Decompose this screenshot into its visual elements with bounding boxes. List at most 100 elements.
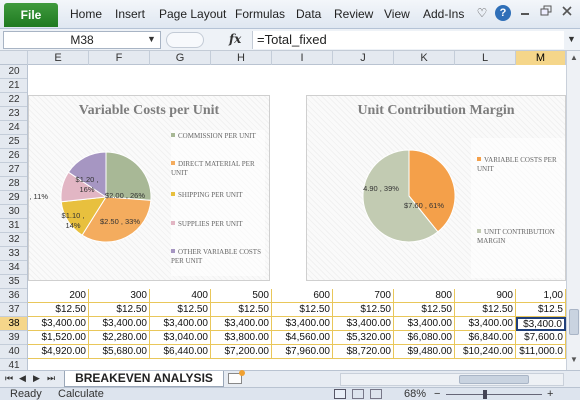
table-cell[interactable]: 1,00 [516, 289, 566, 303]
row-header[interactable]: 33 [0, 247, 27, 261]
table-cell[interactable]: 300 [89, 289, 150, 303]
horizontal-scrollbar[interactable] [340, 373, 564, 386]
prev-sheet-icon[interactable]: ◀ [19, 373, 26, 384]
name-box[interactable]: M38 [3, 31, 161, 49]
zoom-out-button[interactable]: − [434, 388, 440, 400]
row-header[interactable]: 36 [0, 289, 27, 303]
row-header[interactable]: 40 [0, 345, 27, 359]
table-cell[interactable]: $12.5 [516, 303, 566, 317]
horizontal-scroll-thumb[interactable] [459, 375, 529, 384]
row-header[interactable]: 24 [0, 121, 27, 135]
table-cell[interactable]: $1,520.00 [28, 331, 89, 345]
row-header[interactable]: 20 [0, 65, 27, 79]
table-cell[interactable]: $7,960.00 [272, 345, 333, 359]
tab-data[interactable]: Data [296, 7, 321, 21]
help-icon[interactable]: ? [495, 5, 511, 21]
status-calculate[interactable]: Calculate [58, 388, 104, 400]
page-break-view-icon[interactable] [370, 389, 382, 399]
row-header[interactable]: 35 [0, 275, 27, 289]
tab-view[interactable]: View [384, 7, 410, 21]
scroll-up-icon[interactable]: ▲ [567, 53, 580, 62]
table-cell[interactable]: $9,480.00 [394, 345, 455, 359]
table-cell[interactable]: 400 [150, 289, 211, 303]
table-cell[interactable]: $12.50 [333, 303, 394, 317]
table-cell[interactable]: 600 [272, 289, 333, 303]
table-cell[interactable]: $8,720.00 [333, 345, 394, 359]
zoom-level[interactable]: 68% [404, 388, 426, 400]
row-header[interactable]: 31 [0, 219, 27, 233]
unit-contribution-chart[interactable]: Unit Contribution Margin $7.60 , 61% 4.90… [306, 95, 566, 281]
heart-icon[interactable]: ♡ [474, 5, 490, 21]
row-header[interactable]: 32 [0, 233, 27, 247]
column-header-l[interactable]: L [455, 51, 516, 65]
table-cell[interactable]: $12.50 [272, 303, 333, 317]
insert-sheet-icon[interactable] [228, 370, 245, 384]
table-cell[interactable]: $3,400.00 [455, 317, 516, 331]
table-cell[interactable]: $12.50 [28, 303, 89, 317]
file-tab[interactable]: File [4, 3, 58, 27]
table-cell[interactable]: $6,840.00 [455, 331, 516, 345]
table-cell[interactable]: $3,400.00 [89, 317, 150, 331]
table-cell[interactable]: $12.50 [150, 303, 211, 317]
row-header[interactable]: 25 [0, 135, 27, 149]
table-cell[interactable]: $2,280.00 [89, 331, 150, 345]
table-cell[interactable]: 500 [211, 289, 272, 303]
tab-review[interactable]: Review [334, 7, 373, 21]
column-header-m[interactable]: M [516, 51, 566, 65]
table-cell[interactable]: $3,800.00 [211, 331, 272, 345]
table-cell[interactable]: $6,080.00 [394, 331, 455, 345]
vertical-scrollbar[interactable]: ▲ ▼ [566, 51, 580, 370]
table-cell[interactable]: $5,320.00 [333, 331, 394, 345]
table-cell[interactable]: $11,000.0 [516, 345, 566, 359]
row-header[interactable]: 27 [0, 163, 27, 177]
row-header[interactable]: 38 [0, 317, 27, 331]
zoom-in-button[interactable]: + [547, 388, 553, 400]
table-cell[interactable]: $7,200.00 [211, 345, 272, 359]
column-header-g[interactable]: G [150, 51, 211, 65]
table-cell[interactable]: 800 [394, 289, 455, 303]
vertical-scroll-thumb[interactable] [569, 309, 579, 335]
column-header-e[interactable]: E [28, 51, 89, 65]
table-cell[interactable]: $5,680.00 [89, 345, 150, 359]
worksheet-grid[interactable]: Variable Costs per Unit $2.00 , 26% $2.50… [28, 65, 566, 370]
row-header[interactable]: 26 [0, 149, 27, 163]
row-header[interactable]: 37 [0, 303, 27, 317]
table-cell[interactable]: 700 [333, 289, 394, 303]
tab-page-layout[interactable]: Page Layout [159, 7, 226, 21]
expand-formula-bar-icon[interactable]: ▼ [567, 34, 576, 44]
table-cell[interactable]: $12.50 [211, 303, 272, 317]
table-cell[interactable]: $10,240.00 [455, 345, 516, 359]
variable-costs-chart[interactable]: Variable Costs per Unit $2.00 , 26% $2.50… [28, 95, 270, 281]
tab-add-ins[interactable]: Add-Ins [423, 7, 464, 21]
row-header[interactable]: 34 [0, 261, 27, 275]
table-cell[interactable]: $6,440.00 [150, 345, 211, 359]
row-header[interactable]: 30 [0, 205, 27, 219]
column-header-f[interactable]: F [89, 51, 150, 65]
first-sheet-icon[interactable]: ⏮ [5, 373, 13, 384]
table-cell[interactable]: $3,400.00 [394, 317, 455, 331]
last-sheet-icon[interactable]: ⏭ [47, 373, 55, 384]
table-cell[interactable]: $3,400.00 [211, 317, 272, 331]
table-cell[interactable]: $7,600.0 [516, 331, 566, 345]
formula-bar-handle[interactable] [166, 32, 204, 48]
table-cell[interactable]: $3,400.0 [516, 317, 566, 331]
table-cell[interactable]: 900 [455, 289, 516, 303]
table-cell[interactable]: $3,400.00 [150, 317, 211, 331]
minimize-icon[interactable] [517, 5, 533, 21]
normal-view-icon[interactable] [334, 389, 346, 399]
sheet-tab-breakeven-analysis[interactable]: BREAKEVEN ANALYSIS [64, 371, 224, 387]
column-header-k[interactable]: K [394, 51, 455, 65]
select-all-corner[interactable] [0, 51, 28, 65]
row-header[interactable]: 23 [0, 107, 27, 121]
column-header-j[interactable]: J [333, 51, 394, 65]
row-header[interactable]: 39 [0, 331, 27, 345]
tab-formulas[interactable]: Formulas [235, 7, 285, 21]
table-cell[interactable]: $12.50 [455, 303, 516, 317]
row-header[interactable]: 29 [0, 191, 27, 205]
scroll-down-icon[interactable]: ▼ [567, 355, 580, 364]
zoom-slider-thumb[interactable] [483, 390, 487, 399]
next-sheet-icon[interactable]: ▶ [33, 373, 40, 384]
table-cell[interactable]: $3,400.00 [333, 317, 394, 331]
zoom-slider[interactable] [446, 394, 542, 395]
table-cell[interactable]: $4,920.00 [28, 345, 89, 359]
